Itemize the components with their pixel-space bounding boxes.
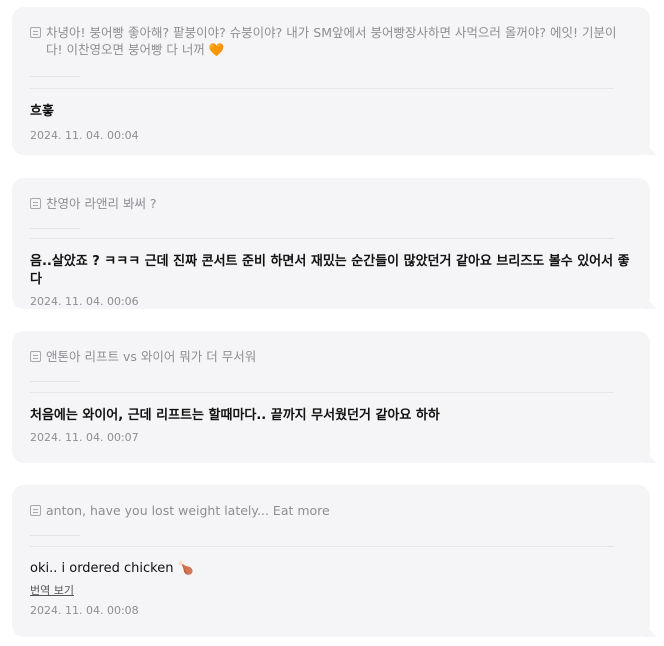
qa-card: 찬영아 라앤리 봐써 ? 음..살았죠 ? ㅋㅋㅋ 근데 진짜 콘서트 준비 하… [12,178,650,309]
question-icon [30,198,41,209]
heart-emoji: 🧡 [208,42,225,57]
question-text: 찬영아 라앤리 봐써 ? [46,196,157,211]
question-row: 찬영아 라앤리 봐써 ? [30,195,632,212]
question-icon [30,351,41,362]
timestamp: 2024. 11. 04. 00:04 [30,129,139,142]
question-text: 앤톤아 리프트 vs 와이어 뭐가 더 무서워 [46,349,257,364]
qa-card: anton, have you lost weight lately... Ea… [12,485,650,637]
divider [30,238,614,239]
question-text: anton, have you lost weight lately... Ea… [46,503,330,518]
question-row: 앤톤아 리프트 vs 와이어 뭐가 더 무서워 [30,348,632,365]
question-text: 차녕아! 붕어빵 좋아해? 팥붕이야? 슈붕이야? 내가 SM앞에서 붕어빵장사… [46,24,632,58]
divider [30,228,80,229]
answer-text: 음..살았죠 ? ㅋㅋㅋ 근데 진짜 콘서트 준비 하면서 재밌는 순간들이 많… [30,254,630,287]
divider [30,392,614,393]
question-icon [30,27,41,38]
answer-text: 흐흫 [30,104,54,119]
timestamp: 2024. 11. 04. 00:07 [30,431,139,444]
divider [30,546,614,547]
question-icon [30,505,41,516]
divider [30,381,80,382]
divider [30,88,614,89]
chicken-emoji: 🍗 [177,561,194,576]
timestamp: 2024. 11. 04. 00:08 [30,604,139,617]
timestamp: 2024. 11. 04. 00:06 [30,295,139,308]
question-label: 차녕아! 붕어빵 좋아해? 팥붕이야? 슈붕이야? 내가 SM앞에서 붕어빵장사… [46,25,617,57]
question-row: 차녕아! 붕어빵 좋아해? 팥붕이야? 슈붕이야? 내가 SM앞에서 붕어빵장사… [30,24,632,58]
translate-link[interactable]: 번역 보기 [30,582,74,598]
divider [30,535,80,536]
answer-text: 처음에는 와이어, 근데 리프트는 할때마다.. 끝까지 무서웠던거 같아요 하… [30,408,440,423]
qa-card: 차녕아! 붕어빵 좋아해? 팥붕이야? 슈붕이야? 내가 SM앞에서 붕어빵장사… [12,7,650,155]
answer-text: oki.. i ordered chicken 🍗 [30,560,632,578]
answer-label: oki.. i ordered chicken [30,561,174,576]
qa-card: 앤톤아 리프트 vs 와이어 뭐가 더 무서워 처음에는 와이어, 근데 리프트… [12,331,650,463]
divider [30,76,80,77]
question-row: anton, have you lost weight lately... Ea… [30,502,632,519]
